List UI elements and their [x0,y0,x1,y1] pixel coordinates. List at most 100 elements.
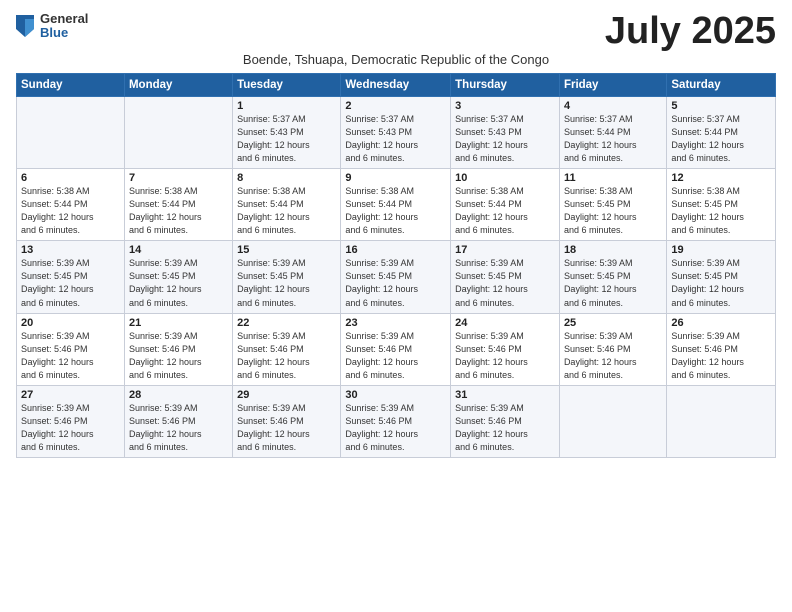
calendar-cell: 1Sunrise: 5:37 AMSunset: 5:43 PMDaylight… [233,97,341,169]
day-number: 10 [455,172,555,184]
calendar-title: July 2025 [605,12,776,50]
day-info: Sunrise: 5:39 AMSunset: 5:46 PMDaylight:… [345,402,446,454]
calendar-cell: 5Sunrise: 5:37 AMSunset: 5:44 PMDaylight… [667,97,776,169]
calendar-cell: 20Sunrise: 5:39 AMSunset: 5:46 PMDayligh… [17,313,125,385]
day-info: Sunrise: 5:38 AMSunset: 5:44 PMDaylight:… [345,185,446,237]
calendar-cell: 18Sunrise: 5:39 AMSunset: 5:45 PMDayligh… [559,241,666,313]
calendar-cell [124,97,232,169]
day-number: 14 [129,244,228,256]
calendar-cell [559,385,666,457]
day-info: Sunrise: 5:39 AMSunset: 5:46 PMDaylight:… [21,402,120,454]
calendar-cell: 13Sunrise: 5:39 AMSunset: 5:45 PMDayligh… [17,241,125,313]
day-info: Sunrise: 5:39 AMSunset: 5:46 PMDaylight:… [671,330,771,382]
calendar-cell: 4Sunrise: 5:37 AMSunset: 5:44 PMDaylight… [559,97,666,169]
day-number: 6 [21,172,120,184]
day-number: 1 [237,100,336,112]
day-number: 12 [671,172,771,184]
day-info: Sunrise: 5:39 AMSunset: 5:45 PMDaylight:… [564,257,662,309]
day-info: Sunrise: 5:39 AMSunset: 5:46 PMDaylight:… [21,330,120,382]
calendar-cell: 15Sunrise: 5:39 AMSunset: 5:45 PMDayligh… [233,241,341,313]
day-number: 16 [345,244,446,256]
day-info: Sunrise: 5:39 AMSunset: 5:46 PMDaylight:… [564,330,662,382]
calendar-week-1: 1Sunrise: 5:37 AMSunset: 5:43 PMDaylight… [17,97,776,169]
day-info: Sunrise: 5:39 AMSunset: 5:45 PMDaylight:… [237,257,336,309]
day-info: Sunrise: 5:37 AMSunset: 5:43 PMDaylight:… [237,113,336,165]
calendar-cell: 21Sunrise: 5:39 AMSunset: 5:46 PMDayligh… [124,313,232,385]
day-info: Sunrise: 5:39 AMSunset: 5:45 PMDaylight:… [21,257,120,309]
header-monday: Monday [124,74,232,97]
day-number: 26 [671,317,771,329]
header-friday: Friday [559,74,666,97]
calendar-cell: 11Sunrise: 5:38 AMSunset: 5:45 PMDayligh… [559,169,666,241]
calendar-header-row: Sunday Monday Tuesday Wednesday Thursday… [17,74,776,97]
calendar-cell [17,97,125,169]
day-number: 5 [671,100,771,112]
calendar-cell: 25Sunrise: 5:39 AMSunset: 5:46 PMDayligh… [559,313,666,385]
calendar-subtitle: Boende, Tshuapa, Democratic Republic of … [16,52,776,67]
day-info: Sunrise: 5:38 AMSunset: 5:44 PMDaylight:… [129,185,228,237]
day-info: Sunrise: 5:39 AMSunset: 5:45 PMDaylight:… [671,257,771,309]
day-number: 20 [21,317,120,329]
day-info: Sunrise: 5:39 AMSunset: 5:46 PMDaylight:… [455,330,555,382]
calendar-cell: 23Sunrise: 5:39 AMSunset: 5:46 PMDayligh… [341,313,451,385]
page: General Blue July 2025 Boende, Tshuapa, … [0,0,792,612]
day-number: 2 [345,100,446,112]
logo-blue: Blue [40,26,88,40]
header-sunday: Sunday [17,74,125,97]
calendar-week-2: 6Sunrise: 5:38 AMSunset: 5:44 PMDaylight… [17,169,776,241]
day-number: 17 [455,244,555,256]
day-number: 11 [564,172,662,184]
header-wednesday: Wednesday [341,74,451,97]
calendar-cell: 29Sunrise: 5:39 AMSunset: 5:46 PMDayligh… [233,385,341,457]
calendar-cell: 2Sunrise: 5:37 AMSunset: 5:43 PMDaylight… [341,97,451,169]
header-thursday: Thursday [451,74,560,97]
calendar-table: Sunday Monday Tuesday Wednesday Thursday… [16,73,776,458]
day-info: Sunrise: 5:39 AMSunset: 5:46 PMDaylight:… [129,330,228,382]
day-number: 8 [237,172,336,184]
day-info: Sunrise: 5:38 AMSunset: 5:45 PMDaylight:… [671,185,771,237]
day-info: Sunrise: 5:39 AMSunset: 5:46 PMDaylight:… [455,402,555,454]
header: General Blue July 2025 [16,12,776,50]
day-number: 7 [129,172,228,184]
calendar-cell: 19Sunrise: 5:39 AMSunset: 5:45 PMDayligh… [667,241,776,313]
calendar-week-4: 20Sunrise: 5:39 AMSunset: 5:46 PMDayligh… [17,313,776,385]
header-tuesday: Tuesday [233,74,341,97]
calendar-week-5: 27Sunrise: 5:39 AMSunset: 5:46 PMDayligh… [17,385,776,457]
calendar-week-3: 13Sunrise: 5:39 AMSunset: 5:45 PMDayligh… [17,241,776,313]
day-info: Sunrise: 5:39 AMSunset: 5:45 PMDaylight:… [455,257,555,309]
day-info: Sunrise: 5:39 AMSunset: 5:46 PMDaylight:… [345,330,446,382]
day-info: Sunrise: 5:38 AMSunset: 5:44 PMDaylight:… [21,185,120,237]
day-info: Sunrise: 5:38 AMSunset: 5:45 PMDaylight:… [564,185,662,237]
day-info: Sunrise: 5:39 AMSunset: 5:46 PMDaylight:… [129,402,228,454]
day-number: 22 [237,317,336,329]
day-number: 3 [455,100,555,112]
calendar-cell: 12Sunrise: 5:38 AMSunset: 5:45 PMDayligh… [667,169,776,241]
day-info: Sunrise: 5:39 AMSunset: 5:45 PMDaylight:… [345,257,446,309]
day-number: 30 [345,389,446,401]
day-info: Sunrise: 5:38 AMSunset: 5:44 PMDaylight:… [455,185,555,237]
day-number: 13 [21,244,120,256]
day-info: Sunrise: 5:37 AMSunset: 5:44 PMDaylight:… [564,113,662,165]
calendar-cell: 27Sunrise: 5:39 AMSunset: 5:46 PMDayligh… [17,385,125,457]
day-number: 18 [564,244,662,256]
day-info: Sunrise: 5:39 AMSunset: 5:46 PMDaylight:… [237,402,336,454]
day-number: 25 [564,317,662,329]
day-info: Sunrise: 5:37 AMSunset: 5:43 PMDaylight:… [455,113,555,165]
day-info: Sunrise: 5:39 AMSunset: 5:46 PMDaylight:… [237,330,336,382]
calendar-cell: 7Sunrise: 5:38 AMSunset: 5:44 PMDaylight… [124,169,232,241]
day-number: 23 [345,317,446,329]
day-number: 27 [21,389,120,401]
calendar-cell: 30Sunrise: 5:39 AMSunset: 5:46 PMDayligh… [341,385,451,457]
calendar-cell: 3Sunrise: 5:37 AMSunset: 5:43 PMDaylight… [451,97,560,169]
header-saturday: Saturday [667,74,776,97]
day-info: Sunrise: 5:39 AMSunset: 5:45 PMDaylight:… [129,257,228,309]
day-number: 19 [671,244,771,256]
day-number: 21 [129,317,228,329]
day-number: 15 [237,244,336,256]
calendar-cell: 6Sunrise: 5:38 AMSunset: 5:44 PMDaylight… [17,169,125,241]
day-number: 29 [237,389,336,401]
calendar-cell: 26Sunrise: 5:39 AMSunset: 5:46 PMDayligh… [667,313,776,385]
calendar-cell: 9Sunrise: 5:38 AMSunset: 5:44 PMDaylight… [341,169,451,241]
calendar-cell [667,385,776,457]
logo-text: General Blue [40,12,88,41]
